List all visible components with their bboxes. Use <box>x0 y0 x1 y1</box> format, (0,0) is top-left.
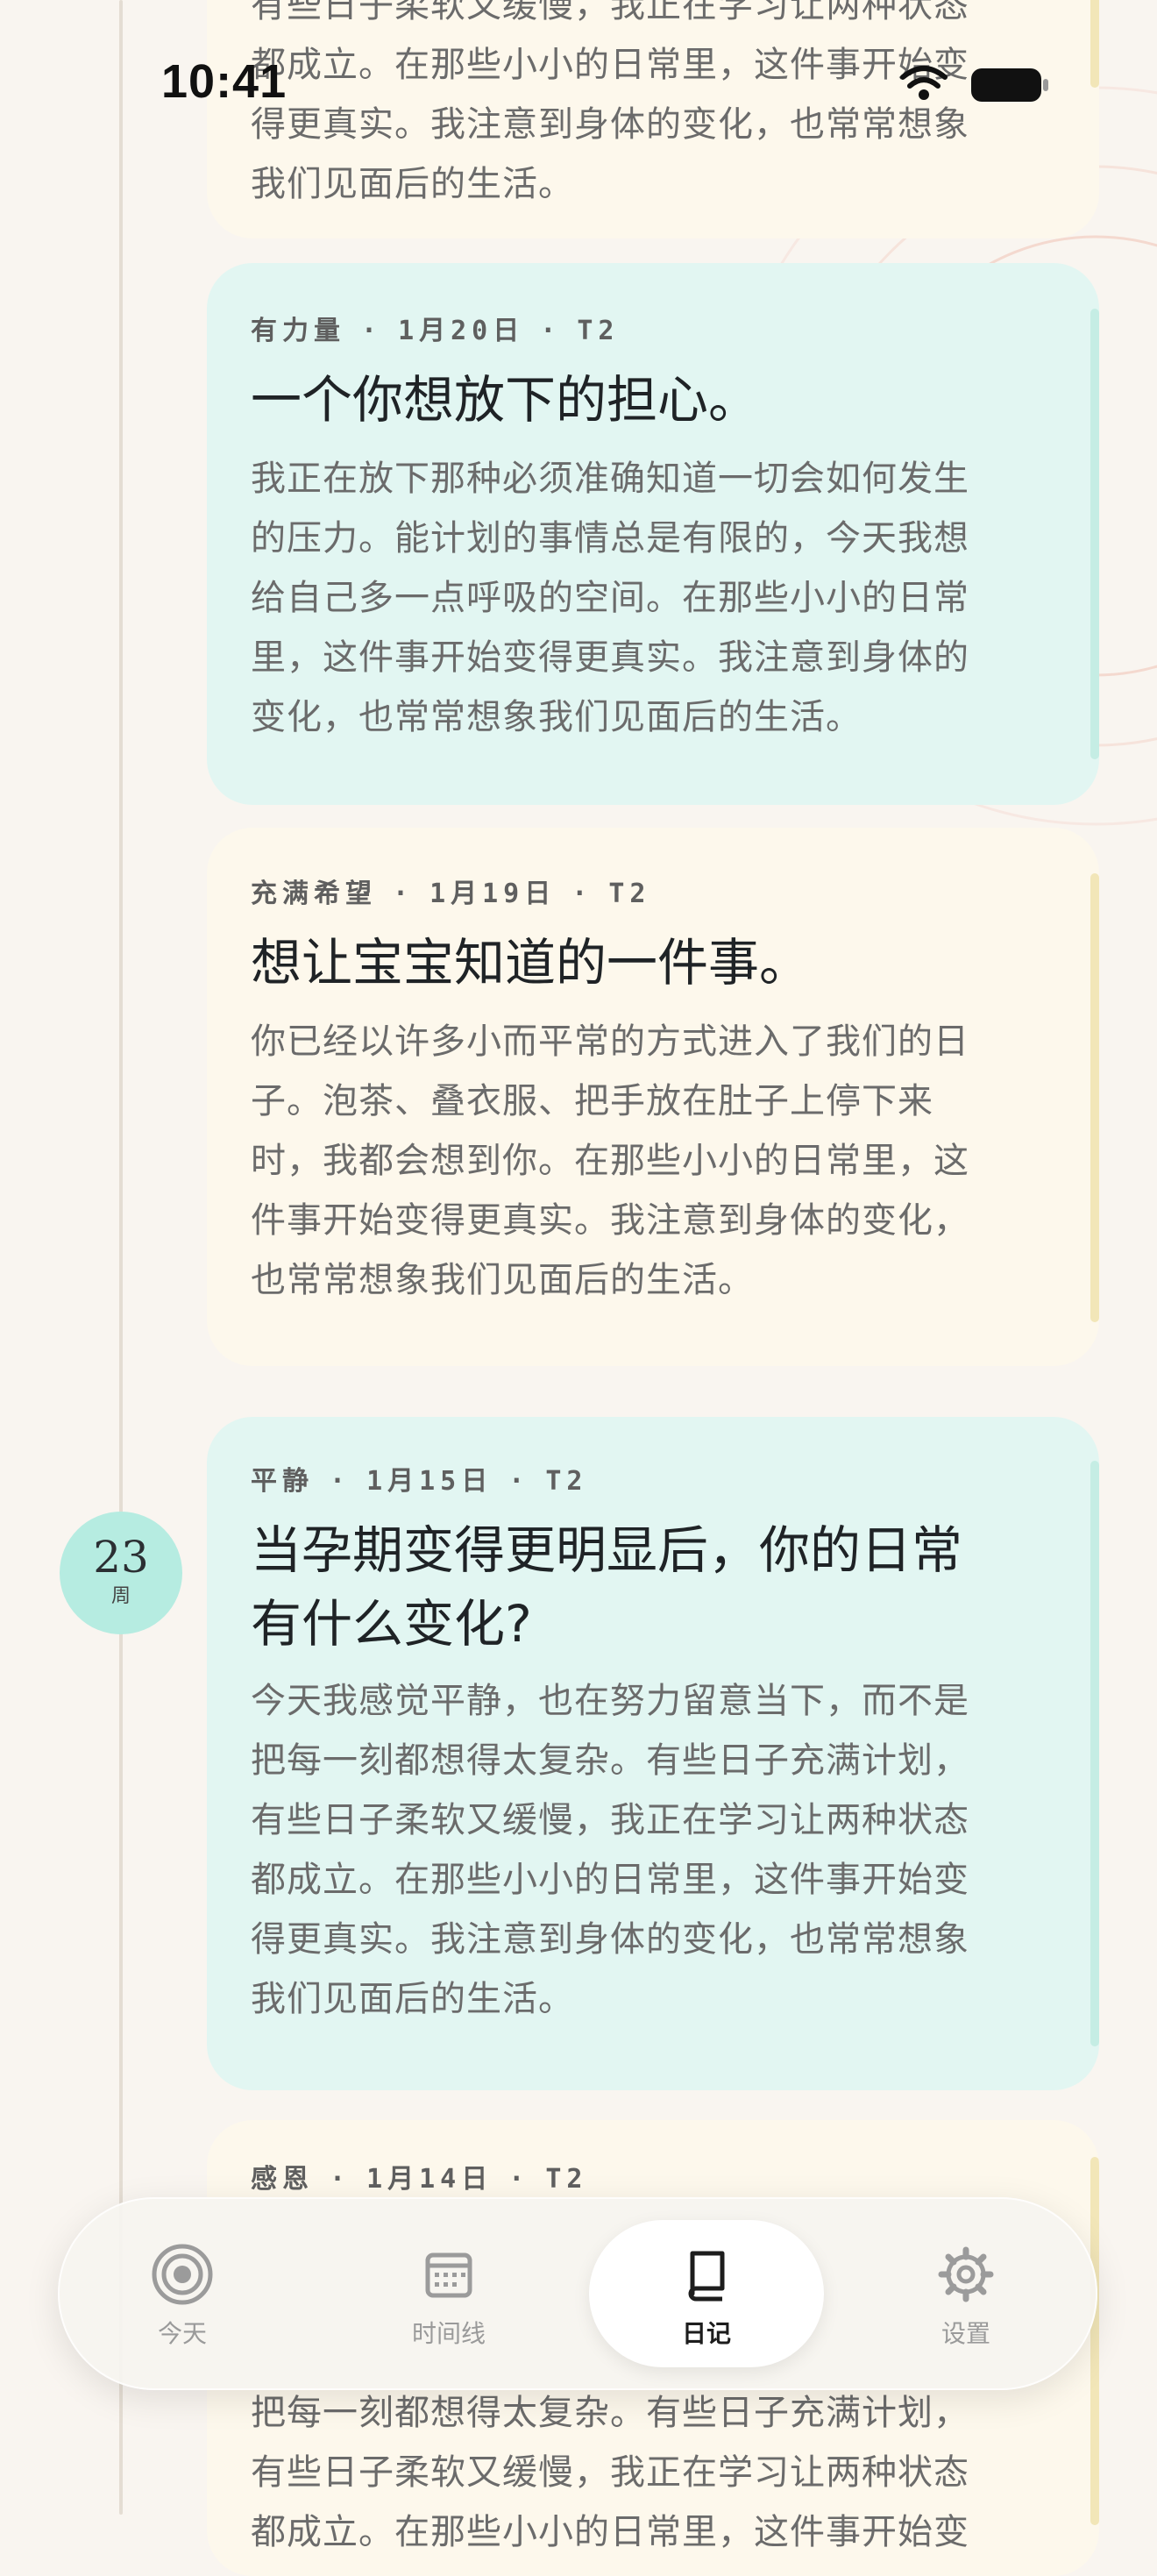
tab-label: 时间线 <box>411 2319 486 2348</box>
tab-label: 设置 <box>941 2319 990 2348</box>
entry-title: 有什么变化? <box>251 1594 532 1654</box>
entry-date: 1月19日 <box>429 879 557 909</box>
tab-settings[interactable]: 设置 <box>848 2220 1083 2367</box>
journal-entry-card[interactable]: 有力量 · 1月20日 · T2 一个你想放下的担心。 我正在放下那种必须准确知道一切会… <box>207 263 1099 805</box>
tab-journal[interactable]: 日记 <box>589 2220 824 2367</box>
entry-mood: 充满希望 <box>251 879 377 909</box>
entry-trimester: T2 <box>608 879 651 909</box>
entry-trimester: T2 <box>577 316 620 346</box>
book-icon <box>688 2251 725 2302</box>
entry-title: 一个你想放下的担心。 <box>251 370 760 430</box>
entry-meta: 平静 · 1月15日 · T2 <box>251 1466 588 1497</box>
entry-body-line: 把每一刻都想得太复杂。有些日子充满计划， <box>251 1740 969 1781</box>
entry-body-line: 我们见面后的生活。 <box>251 1979 574 2019</box>
entry-body-line: 件事开始变得更真实。我注意到身体的变化， <box>251 1200 969 1241</box>
entry-body-line: 的压力。能计划的事情总是有限的，今天我想 <box>251 518 969 559</box>
calendar-icon <box>425 2252 472 2298</box>
battery-icon <box>971 68 1048 102</box>
status-icons <box>894 61 1052 114</box>
gear-icon <box>938 2246 994 2302</box>
entry-body-line: 我们见面后的生活。 <box>251 164 574 204</box>
entry-trimester: T2 <box>545 1466 588 1497</box>
entry-date: 1月14日 <box>366 2164 493 2195</box>
tab-today[interactable]: 今天 <box>65 2220 300 2367</box>
timeline-line <box>119 0 123 2515</box>
bottom-tab-bar: 今天 时间线 日记 设置 <box>58 2197 1097 2390</box>
entry-body-line: 有些日子柔软又缓慢，我正在学习让两种状态 <box>251 1800 969 1840</box>
journal-entry-card[interactable]: 充满希望 · 1月19日 · T2 想让宝宝知道的一件事。 你已经以许多小而平常的方式进… <box>207 828 1099 1366</box>
tab-timeline[interactable]: 时间线 <box>331 2220 566 2367</box>
entry-mood: 感恩 <box>251 2164 314 2195</box>
week-label: 周 <box>110 1585 131 1607</box>
tab-label: 今天 <box>157 2319 207 2348</box>
entry-meta: 感恩 · 1月14日 · T2 <box>251 2164 588 2195</box>
wifi-icon <box>900 66 948 100</box>
entry-body-line: 里，这件事开始变得更真实。我注意到身体的 <box>251 637 969 678</box>
entry-body-line: 今天我感觉平静，也在努力留意当下，而不是 <box>251 1681 969 1721</box>
entry-body-line: 得更真实。我注意到身体的变化，也常常想象 <box>251 1919 969 1960</box>
entry-body-line: 都成立。在那些小小的日常里，这件事开始变 <box>251 1860 969 1900</box>
wifi-battery-icons <box>900 66 1048 102</box>
entry-title: 想让宝宝知道的一件事。 <box>251 933 811 993</box>
week-badge: 23 周 <box>60 1512 182 1634</box>
entry-body-line: 有些日子柔软又缓慢，我正在学习让两种状态 <box>251 0 969 25</box>
entry-title: 当孕期变得更明显后，你的日常 <box>251 1520 963 1580</box>
entry-body-line: 把每一刻都想得太复杂。有些日子充满计划， <box>251 2393 969 2433</box>
status-time: 10:41 <box>161 55 287 108</box>
entry-trimester: T2 <box>545 2164 588 2195</box>
tab-label: 日记 <box>681 2319 731 2348</box>
entry-meta: 有力量 · 1月20日 · T2 <box>251 316 620 346</box>
entry-date: 1月20日 <box>398 316 525 346</box>
entry-body-line: 我正在放下那种必须准确知道一切会如何发生 <box>251 459 969 499</box>
entry-mood: 有力量 <box>251 316 345 346</box>
entry-meta: 充满希望 · 1月19日 · T2 <box>251 879 651 909</box>
entry-body-line: 给自己多一点呼吸的空间。在那些小小的日常 <box>251 578 969 618</box>
journal-entry-card[interactable]: 平静 · 1月15日 · T2 当孕期变得更明显后，你的日常 有什么变化? 今天我感觉平… <box>207 1417 1099 2090</box>
entry-mood: 平静 <box>251 1466 314 1497</box>
entry-body-line: 时，我都会想到你。在那些小小的日常里，这 <box>251 1141 969 1181</box>
entry-body-line: 都成立。在那些小小的日常里，这件事开始变 <box>251 2512 969 2552</box>
week-number: 23 <box>93 1532 149 1583</box>
target-icon <box>152 2244 213 2305</box>
entry-body-line: 也常常想象我们见面后的生活。 <box>251 1260 754 1300</box>
entry-body-line: 子。泡茶、叠衣服、把手放在肚子上停下来 <box>251 1081 933 1121</box>
entry-body-line: 你已经以许多小而平常的方式进入了我们的日 <box>251 1021 969 1062</box>
entry-body-line: 变化，也常常想象我们见面后的生活。 <box>251 697 862 737</box>
entry-date: 1月15日 <box>366 1466 493 1497</box>
entry-body-line: 有些日子柔软又缓慢，我正在学习让两种状态 <box>251 2452 969 2493</box>
journal-entry-card[interactable]: 有些日子柔软又缓慢，我正在学习让两种状态 都成立。在那些小小的日常里，这件事开始… <box>207 0 1099 238</box>
